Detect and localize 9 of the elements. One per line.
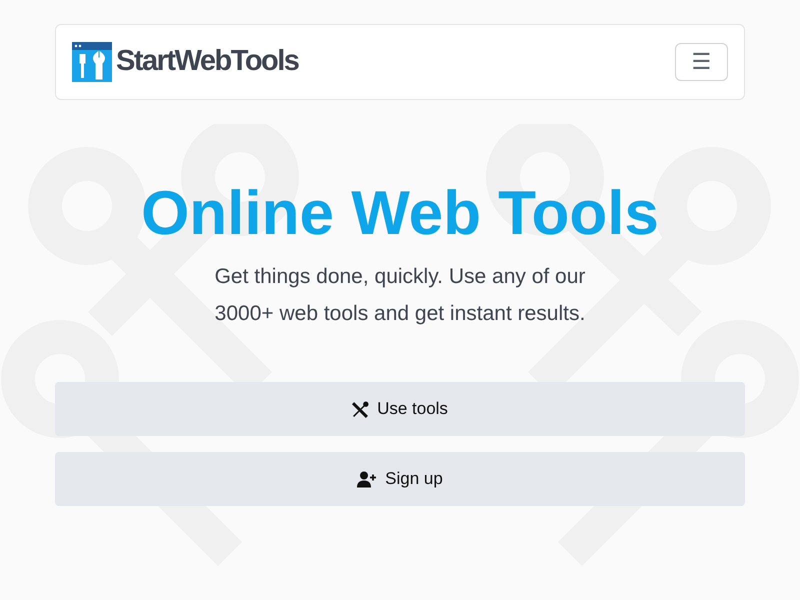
menu-toggle-button[interactable]: ☰ bbox=[675, 43, 728, 81]
tools-icon bbox=[352, 400, 370, 418]
sign-up-button[interactable]: Sign up bbox=[55, 452, 745, 506]
user-plus-icon bbox=[357, 470, 378, 488]
hero-title: Online Web Tools bbox=[140, 180, 660, 248]
use-tools-button[interactable]: Use tools bbox=[55, 382, 745, 436]
hero-subtitle: Get things done, quickly. Use any of our 3000+ web tools and get instant results. bbox=[214, 264, 586, 328]
logo-icon bbox=[72, 42, 112, 82]
brand-name[interactable]: StartWebTools bbox=[116, 40, 298, 84]
